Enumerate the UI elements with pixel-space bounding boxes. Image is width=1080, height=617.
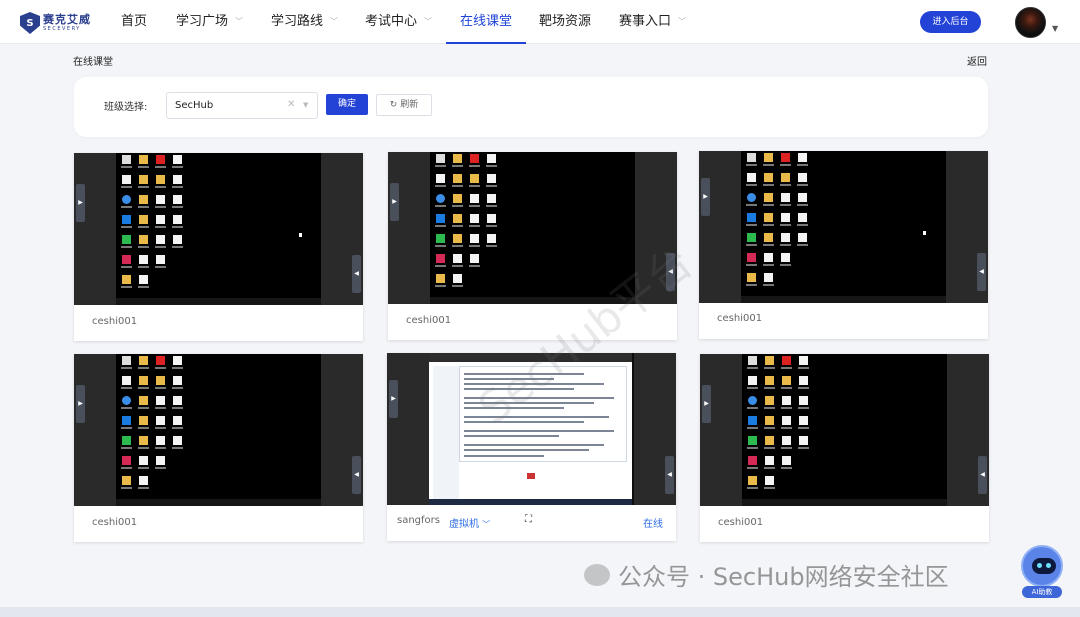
top-navbar: S 赛克艾威 SECEVERY 首页 学习广场 ﹀ 学习路线 ﹀ 考试中心 ﹀ 在线课… [0,0,1080,44]
chevron-down-icon: ﹀ [235,17,244,26]
class-filter-panel: 班级选择: SecHub ✕ ▼ 确定 ↻ 刷新 [74,77,988,137]
expand-right-icon[interactable]: ◀ [352,255,361,293]
shield-logo-icon: S [20,12,40,34]
desktop-icons [118,155,186,295]
nav-learning-square[interactable]: 学习广场 ﹀ [176,0,243,44]
card-caption: ceshi001 [92,517,138,528]
logo-subtitle: SECEVERY [43,26,81,32]
nav-exam-center[interactable]: 考试中心 ﹀ [365,0,432,44]
card-caption: sangfors [397,515,440,526]
wechat-watermark: 公众号 · SecHub网络安全社区 [584,557,949,592]
chevron-down-icon: ﹀ [678,17,687,26]
expand-left-icon[interactable]: ▶ [76,385,85,423]
chevron-down-icon: ﹀ [482,520,491,529]
desktop-icons [432,154,500,294]
breadcrumb: 在线课堂 [73,57,113,68]
vm-type-dropdown[interactable]: 虚拟机 ﹀ [449,515,490,530]
ai-assistant-label: AI助教 [1022,586,1062,598]
card-caption: ceshi001 [717,313,763,324]
online-status: 在线 [643,519,663,530]
enter-admin-button[interactable]: 进入后台 [920,11,981,33]
expand-left-icon[interactable]: ▶ [389,380,398,418]
taskbar [116,298,321,305]
nav-online-classroom[interactable]: 在线课堂 [446,0,527,44]
student-screen-card[interactable]: ▶ ◀ ceshi001 [699,151,988,339]
remote-desktop-screen[interactable]: ▶ ◀ [74,153,363,305]
refresh-label: 刷新 [400,100,419,110]
dropdown-arrow-icon[interactable]: ▼ [303,101,308,109]
back-link[interactable]: 返回 [967,53,987,68]
nav-competition-entry[interactable]: 赛事入口 ﹀ [619,0,686,44]
logo-title: 赛克艾威 [43,13,91,26]
remote-desktop-screen[interactable]: ▶ ◀ [74,354,363,506]
desktop-icons [118,356,186,496]
chevron-down-icon: ﹀ [330,17,339,26]
site-logo[interactable]: S 赛克艾威 SECEVERY [20,10,104,36]
expand-right-icon[interactable]: ◀ [665,456,674,494]
expand-left-icon[interactable]: ▶ [701,178,710,216]
taskbar [741,296,946,303]
student-screen-card[interactable]: ▶ ◀ ceshi001 [74,153,363,341]
class-select-value: SecHub [175,100,214,111]
confirm-button[interactable]: 确定 [326,94,368,115]
remote-desktop-screen[interactable]: ▶ ◀ [699,151,988,303]
refresh-icon: ↻ [389,100,398,110]
taskbar [742,499,947,506]
remote-desktop-screen[interactable]: ▶ ◀ [700,354,989,506]
wechat-watermark-text: 公众号 · SecHub网络安全社区 [618,563,949,591]
nav-learning-path[interactable]: 学习路线 ﹀ [271,0,338,44]
taskbar [116,499,321,506]
wechat-icon [584,563,610,586]
card-caption: ceshi001 [406,315,452,326]
robot-icon [1021,545,1063,587]
expand-right-icon[interactable]: ◀ [352,456,361,494]
clear-icon[interactable]: ✕ [287,99,295,110]
card-caption: ceshi001 [718,517,764,528]
desktop-icons [744,356,812,496]
refresh-button[interactable]: ↻ 刷新 [376,94,432,116]
nav-home[interactable]: 首页 [121,0,147,44]
chevron-down-icon: ﹀ [424,17,433,26]
bottom-bar [0,607,1080,617]
ai-assistant-button[interactable]: AI助教 [1019,545,1065,601]
expand-right-icon[interactable]: ◀ [978,456,987,494]
expand-left-icon[interactable]: ▶ [390,183,399,221]
student-screen-card[interactable]: ▶ ◀ ceshi001 [74,354,363,542]
class-select[interactable]: SecHub ✕ ▼ [166,92,318,119]
expand-right-icon[interactable]: ◀ [977,253,986,291]
expand-left-icon[interactable]: ▶ [702,385,711,423]
class-select-label: 班级选择: [104,102,148,113]
card-caption: ceshi001 [92,316,138,327]
avatar[interactable] [1015,7,1046,38]
desktop-icons [743,153,811,293]
nav-range-resources[interactable]: 靶场资源 [539,0,591,44]
student-screen-card[interactable]: ▶ ◀ ceshi001 [700,354,989,542]
caret-down-icon[interactable]: ▼ [1052,24,1058,33]
fullscreen-icon[interactable]: ⛶ [525,514,532,525]
expand-left-icon[interactable]: ▶ [76,184,85,222]
